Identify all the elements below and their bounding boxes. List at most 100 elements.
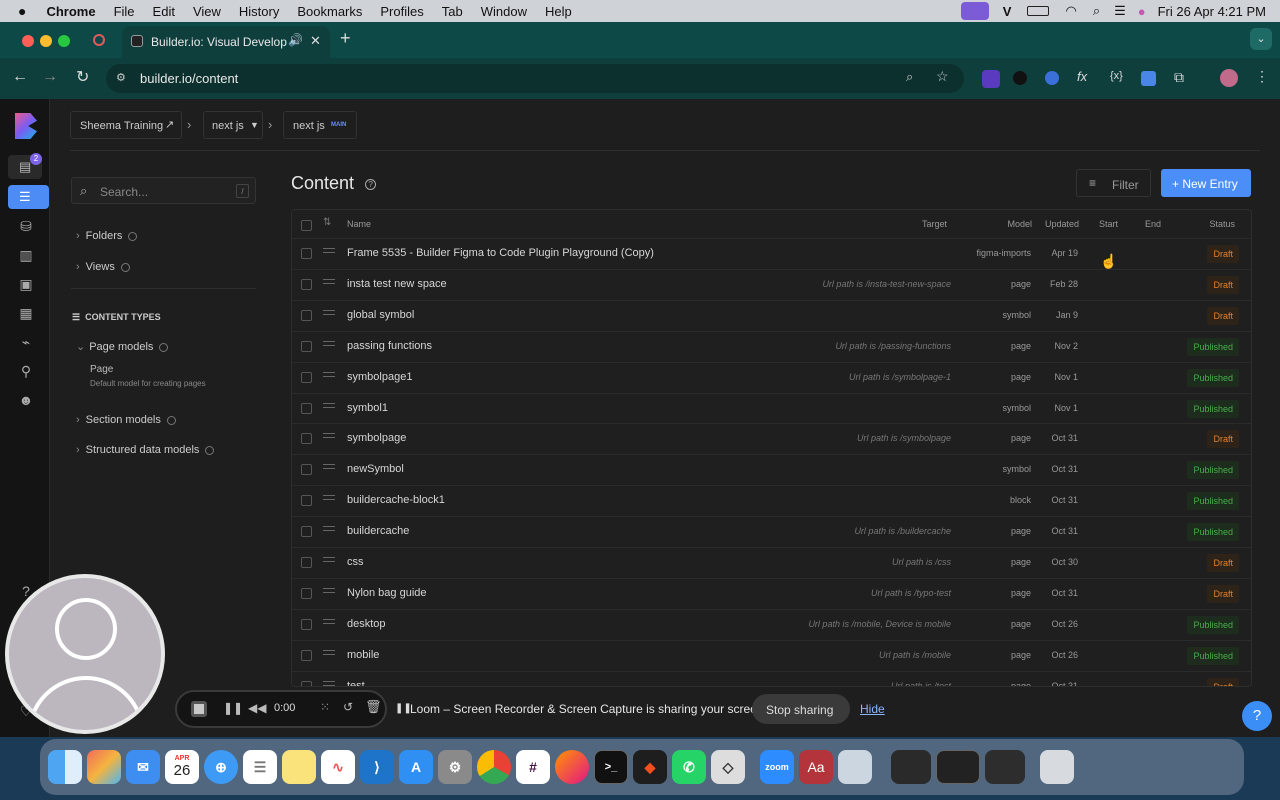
screen-share-icon[interactable]: [960, 2, 989, 20]
finder-icon[interactable]: [48, 750, 82, 784]
drag-handle-icon[interactable]: [323, 248, 335, 253]
recent-window-thumbnail[interactable]: [936, 750, 980, 784]
window-maximize-button[interactable]: [58, 35, 70, 47]
safari-icon[interactable]: ⊕: [204, 750, 238, 784]
freeform-icon[interactable]: ∿: [321, 750, 355, 784]
col-updated[interactable]: Updated: [1045, 219, 1079, 229]
hide-link[interactable]: Hide: [860, 702, 885, 716]
drag-handle-icon[interactable]: [323, 649, 335, 655]
reload-icon[interactable]: ↻: [76, 67, 89, 87]
loom-webcam-bubble[interactable]: [5, 574, 165, 734]
calendar-icon[interactable]: ▦: [17, 305, 35, 323]
table-row[interactable]: symbol1 symbol Nov 1 Published: [292, 392, 1251, 424]
row-name[interactable]: css: [347, 556, 364, 568]
bookmark-star-icon[interactable]: ☆: [936, 68, 949, 85]
trash-bin-icon[interactable]: [1040, 750, 1074, 784]
tab-close-icon[interactable]: ✕: [310, 33, 321, 49]
builder-logo-icon[interactable]: [15, 113, 37, 139]
sidebar-item-structured-models[interactable]: › Structured data models: [76, 444, 215, 456]
menu-window[interactable]: Window: [481, 4, 527, 19]
row-checkbox[interactable]: [301, 278, 312, 290]
drawing-grid-icon[interactable]: ⁙: [320, 700, 330, 714]
table-row[interactable]: buildercache Url path is /buildercache pag…: [292, 516, 1251, 547]
row-name[interactable]: buildercache-block1: [347, 494, 445, 506]
row-checkbox[interactable]: [301, 433, 312, 445]
menu-tab[interactable]: Tab: [442, 4, 463, 19]
window-close-button[interactable]: [22, 35, 34, 47]
menu-bookmarks[interactable]: Bookmarks: [297, 4, 362, 19]
forward-icon[interactable]: →: [42, 68, 58, 86]
row-name[interactable]: global symbol: [347, 309, 414, 321]
table-row[interactable]: passing functions Url path is /passing-fu…: [292, 330, 1251, 362]
recent-window-thumbnail[interactable]: [891, 750, 931, 784]
row-checkbox[interactable]: [301, 371, 312, 383]
trash-icon[interactable]: 🗑: [365, 699, 382, 715]
sidebar-item-page[interactable]: Page: [90, 364, 113, 375]
slack-icon[interactable]: #: [516, 750, 550, 784]
new-entry-button[interactable]: + New Entry: [1161, 169, 1251, 197]
drag-handle-icon[interactable]: [323, 526, 335, 532]
reminders-icon[interactable]: ☰: [243, 750, 277, 784]
calendar-app-icon[interactable]: APR 26: [165, 750, 199, 784]
plug-icon[interactable]: ⚲: [17, 363, 35, 381]
drag-handle-icon[interactable]: [323, 433, 335, 439]
table-row[interactable]: css Url path is /css page Oct 30 Draft: [292, 547, 1251, 578]
col-name[interactable]: Name: [347, 219, 371, 229]
select-all-checkbox[interactable]: [301, 220, 312, 231]
figma-icon[interactable]: ◆: [633, 750, 667, 784]
space-breadcrumb[interactable]: Sheema Training ↗: [70, 111, 182, 139]
pause-icon[interactable]: ❚❚: [223, 701, 243, 715]
extension-translate-icon[interactable]: [1141, 71, 1156, 86]
model-dropdown[interactable]: next js ▼: [203, 111, 263, 139]
drag-handle-icon[interactable]: [323, 618, 335, 624]
chrome-menu-icon[interactable]: ⋮: [1255, 68, 1269, 85]
tab-search-icon[interactable]: ⌄: [1250, 28, 1272, 50]
extension-fx-icon[interactable]: fx: [1077, 69, 1087, 84]
sidebar-item-section-models[interactable]: › Section models: [76, 414, 176, 426]
system-settings-icon[interactable]: ⚙: [438, 750, 472, 784]
row-name[interactable]: symbol1: [347, 402, 388, 414]
row-name[interactable]: Frame 5535 - Builder Figma to Code Plugi…: [347, 247, 654, 259]
stop-record-button[interactable]: [191, 701, 207, 717]
new-tab-icon[interactable]: +: [340, 28, 351, 49]
whatsapp-icon[interactable]: ✆: [672, 750, 706, 784]
table-row[interactable]: insta test new space Url path is /insta-t…: [292, 268, 1251, 300]
clipboard-icon[interactable]: ▣: [17, 276, 35, 294]
drag-handle-icon[interactable]: [323, 278, 335, 284]
menubar-clock[interactable]: Fri 26 Apr 4:21 PM: [1158, 4, 1266, 19]
menu-profiles[interactable]: Profiles: [380, 4, 423, 19]
sort-icon[interactable]: ⇅: [323, 217, 331, 228]
extension-info-icon[interactable]: [1013, 71, 1027, 85]
vectorworks-icon[interactable]: V: [1003, 4, 1012, 19]
row-checkbox[interactable]: [301, 587, 312, 599]
help-circle-icon[interactable]: [128, 231, 138, 241]
col-model[interactable]: Model: [1007, 219, 1032, 229]
site-info-icon[interactable]: ⚙: [116, 71, 126, 84]
drag-handle-icon[interactable]: [323, 495, 335, 501]
help-circle-icon[interactable]: [166, 415, 176, 425]
row-name[interactable]: symbolpage: [347, 432, 406, 444]
menu-edit[interactable]: Edit: [153, 4, 175, 19]
zoom-icon[interactable]: ⌕: [906, 69, 913, 85]
row-checkbox[interactable]: [301, 618, 312, 630]
sidebar-item-folders[interactable]: › Folders: [76, 230, 138, 242]
filter-button[interactable]: ≡ Filter: [1076, 169, 1151, 197]
row-checkbox[interactable]: [301, 526, 312, 538]
row-checkbox[interactable]: [301, 680, 312, 686]
table-row[interactable]: symbolpage Url path is /symbolpage page Oct…: [292, 423, 1251, 454]
help-circle-icon[interactable]: ?: [365, 178, 377, 190]
row-checkbox[interactable]: [301, 649, 312, 661]
terminal-icon[interactable]: >_: [594, 750, 628, 784]
rewind-icon[interactable]: ◀◀: [248, 701, 266, 715]
row-name[interactable]: insta test new space: [347, 278, 447, 290]
drag-handle-icon[interactable]: [323, 402, 335, 408]
row-name[interactable]: passing functions: [347, 340, 432, 352]
roblox-icon[interactable]: ◇: [711, 750, 745, 784]
drag-handle-icon[interactable]: [323, 371, 335, 377]
dictionary-icon[interactable]: Aa: [799, 750, 833, 784]
col-target[interactable]: Target: [922, 219, 947, 229]
profile-avatar-icon[interactable]: [1220, 69, 1238, 87]
url-text[interactable]: builder.io/content: [140, 71, 238, 86]
row-checkbox[interactable]: [301, 402, 312, 414]
apple-icon[interactable]: ●: [18, 3, 26, 19]
